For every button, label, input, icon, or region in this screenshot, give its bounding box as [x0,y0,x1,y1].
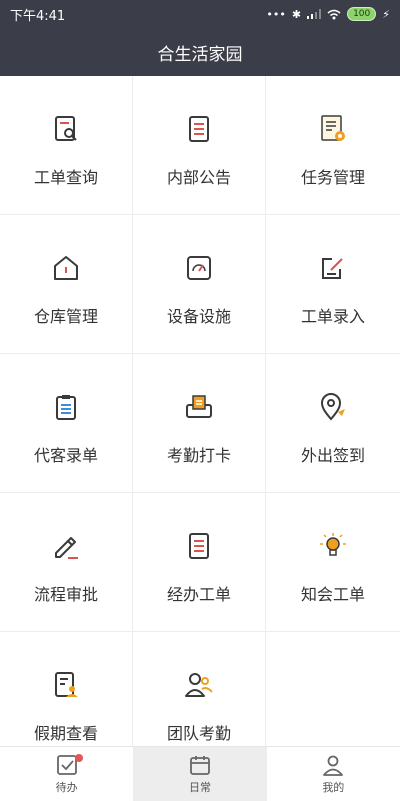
grid-empty-cell [266,632,400,746]
grid-item-proxy-entry[interactable]: 代客录单 [0,354,133,493]
tab-label: 日常 [188,781,211,794]
warehouse-house-icon [54,256,78,280]
grid-item-label: 代客录单 [33,446,98,465]
tab-label: 我的 [322,781,345,794]
charging-icon: ⚡ [382,7,390,21]
grid-item-label: 内部公告 [166,168,231,187]
gauge-icon [187,256,211,280]
grid-item-process-approval[interactable]: 流程审批 [0,493,133,632]
function-grid: 工单查询 内部公告 任务管理 仓库管理 设备设施 工单录入 代客录单 考勤打卡 … [0,76,400,746]
team-users-icon [185,673,213,697]
grid-item-label: 设备设施 [166,307,231,326]
grid-item-leave-view[interactable]: 假期查看 [0,632,133,746]
status-time: 下午4:41 [10,8,66,24]
grid-item-label: 考勤打卡 [166,446,231,465]
signal-icon [307,9,322,19]
grid-item-label: 假期查看 [33,724,98,743]
task-document-gear-icon [321,115,345,141]
clock-in-printer-icon [186,395,212,418]
grid-item-label: 经办工单 [166,585,231,604]
grid-item-label: 仓库管理 [33,307,98,326]
wifi-icon [327,9,341,19]
notice-document-icon [189,116,209,142]
status-icons: ••• ✱ 100 ⚡ [266,7,390,21]
battery-icon: 100 [347,7,377,21]
more-dots-icon: ••• [266,7,286,21]
grid-item-label: 外出签到 [300,446,365,465]
grid-item-internal-notice[interactable]: 内部公告 [133,76,266,215]
grid-item-attendance-clock-in[interactable]: 考勤打卡 [133,354,266,493]
grid-item-warehouse-management[interactable]: 仓库管理 [0,215,133,354]
lightbulb-icon [320,533,346,556]
tab-label: 待办 [55,781,78,794]
grid-item-work-order-query[interactable]: 工单查询 [0,76,133,215]
tab-mine[interactable]: 我的 [267,747,400,801]
page-title: 合生活家园 [157,44,243,65]
document-search-icon [55,116,77,141]
grid-item-team-attendance[interactable]: 团队考勤 [133,632,266,746]
tab-daily[interactable]: 日常 [133,747,267,801]
edit-form-icon [322,258,343,279]
grid-item-label: 知会工单 [300,585,365,604]
bottom-tab-bar: 待办 日常 我的 [0,746,400,801]
grid-item-label: 团队考勤 [166,724,231,743]
status-bar: 下午4:41 ••• ✱ 100 ⚡ [0,0,400,28]
grid-item-label: 工单查询 [33,168,98,187]
grid-item-task-management[interactable]: 任务管理 [266,76,400,215]
leave-document-person-icon [55,672,78,697]
grid-item-handled-orders[interactable]: 经办工单 [133,493,266,632]
location-pin-icon [320,393,345,421]
grid-item-equipment-facilities[interactable]: 设备设施 [133,215,266,354]
person-icon [323,755,344,776]
grid-item-notified-orders[interactable]: 知会工单 [266,493,400,632]
grid-item-work-order-entry[interactable]: 工单录入 [266,215,400,354]
tab-todo[interactable]: 待办 [0,747,133,801]
grid-item-label: 任务管理 [300,168,365,187]
title-bar: 合生活家园 [0,28,400,76]
grid-item-label: 流程审批 [33,585,98,604]
clipboard-icon [56,395,76,420]
grid-item-label: 工单录入 [300,307,365,326]
pencil-icon [55,537,78,559]
notification-dot [74,754,83,762]
grid-item-outing-check-in[interactable]: 外出签到 [266,354,400,493]
calendar-icon [190,756,210,775]
bluetooth-icon: ✱ [291,7,302,21]
handled-document-icon [189,533,209,559]
